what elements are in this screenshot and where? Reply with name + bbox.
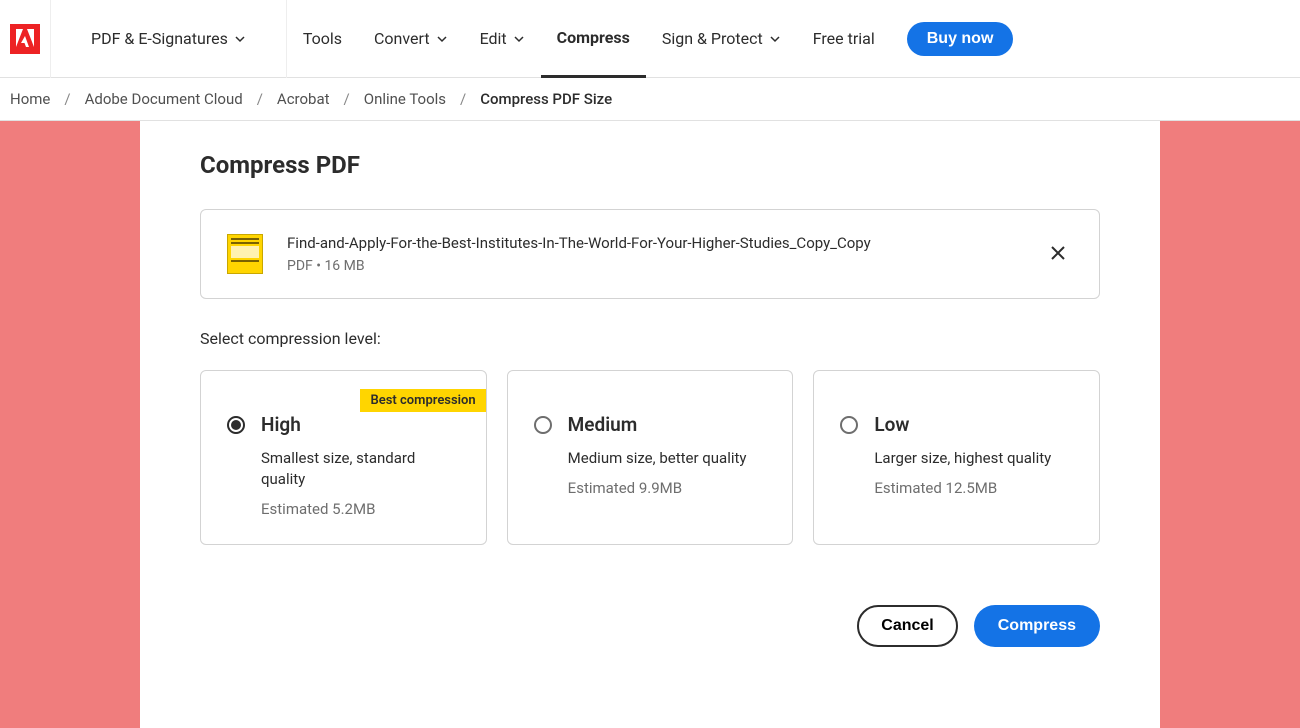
- page-title: Compress PDF: [200, 151, 1100, 179]
- buy-now-button[interactable]: Buy now: [907, 22, 1014, 56]
- option-high-estimated: Estimated 5.2MB: [261, 500, 460, 518]
- compress-button[interactable]: Compress: [974, 605, 1100, 647]
- radio-medium[interactable]: [534, 416, 552, 434]
- product-menu[interactable]: PDF & E-Signatures: [75, 0, 262, 78]
- chevron-down-icon: [436, 33, 448, 45]
- breadcrumb: Home / Adobe Document Cloud / Acrobat / …: [0, 78, 1300, 121]
- nav-convert[interactable]: Convert: [358, 0, 464, 78]
- option-low-title: Low: [874, 413, 1073, 436]
- option-medium[interactable]: Medium Medium size, better quality Estim…: [507, 370, 794, 545]
- chevron-down-icon: [513, 33, 525, 45]
- option-high[interactable]: Best compression High Smallest size, sta…: [200, 370, 487, 545]
- select-compression-label: Select compression level:: [200, 329, 1100, 348]
- file-thumbnail: [227, 234, 263, 274]
- action-buttons: Cancel Compress: [200, 605, 1100, 647]
- file-info: Find-and-Apply-For-the-Best-Institutes-I…: [287, 234, 1019, 274]
- crumb-acrobat[interactable]: Acrobat: [277, 90, 330, 108]
- crumb-doc-cloud[interactable]: Adobe Document Cloud: [85, 90, 243, 108]
- option-high-desc: Smallest size, standard quality: [261, 448, 460, 490]
- page-content: Compress PDF Find-and-Apply-For-the-Best…: [140, 121, 1160, 728]
- nav-sign-protect[interactable]: Sign & Protect: [646, 0, 797, 78]
- option-low-desc: Larger size, highest quality: [874, 448, 1073, 469]
- chevron-down-icon: [769, 33, 781, 45]
- file-meta: PDF • 16 MB: [287, 258, 1019, 274]
- crumb-current: Compress PDF Size: [480, 90, 612, 108]
- radio-low[interactable]: [840, 416, 858, 434]
- nav-edit[interactable]: Edit: [464, 0, 541, 78]
- compression-options: Best compression High Smallest size, sta…: [200, 370, 1100, 545]
- cancel-button[interactable]: Cancel: [857, 605, 957, 647]
- product-menu-label: PDF & E-Signatures: [91, 29, 228, 48]
- nav-free-trial[interactable]: Free trial: [797, 0, 891, 78]
- option-high-title: High: [261, 413, 460, 436]
- product-menu-group: PDF & E-Signatures: [51, 0, 287, 78]
- adobe-logo[interactable]: [0, 0, 51, 78]
- page-background: Compress PDF Find-and-Apply-For-the-Best…: [0, 121, 1300, 728]
- option-medium-estimated: Estimated 9.9MB: [568, 479, 767, 497]
- close-icon: [1049, 244, 1067, 262]
- radio-high[interactable]: [227, 416, 245, 434]
- nav-tools[interactable]: Tools: [287, 0, 358, 78]
- best-compression-badge: Best compression: [360, 389, 485, 412]
- crumb-online-tools[interactable]: Online Tools: [364, 90, 446, 108]
- chevron-down-icon: [234, 33, 246, 45]
- option-low-estimated: Estimated 12.5MB: [874, 479, 1073, 497]
- option-low[interactable]: Low Larger size, highest quality Estimat…: [813, 370, 1100, 545]
- file-card: Find-and-Apply-For-the-Best-Institutes-I…: [200, 209, 1100, 299]
- top-nav: PDF & E-Signatures Tools Convert Edit Co…: [0, 0, 1300, 78]
- option-medium-desc: Medium size, better quality: [568, 448, 767, 469]
- remove-file-button[interactable]: [1043, 238, 1073, 271]
- crumb-home[interactable]: Home: [10, 90, 50, 108]
- nav-compress[interactable]: Compress: [541, 0, 646, 78]
- option-medium-title: Medium: [568, 413, 767, 436]
- file-name: Find-and-Apply-For-the-Best-Institutes-I…: [287, 234, 1019, 252]
